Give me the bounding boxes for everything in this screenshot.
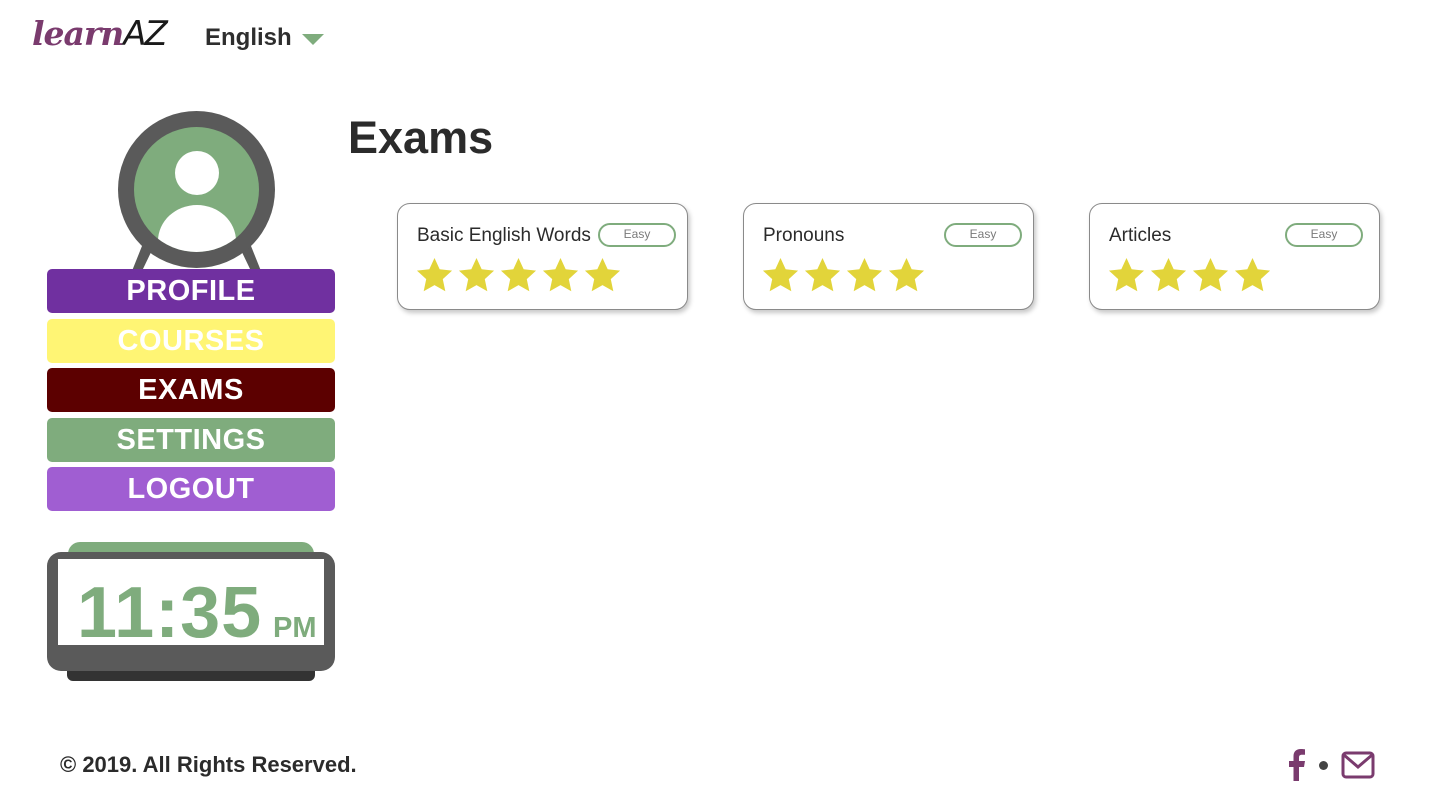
difficulty-badge: Easy [598,223,676,247]
difficulty-badge: Easy [944,223,1022,247]
difficulty-badge: Easy [1285,223,1363,247]
star-icon [1150,257,1187,292]
logo-learn-text: learn [32,14,124,53]
star-icon [458,257,495,292]
rating-stars [1107,256,1272,295]
settings-button[interactable]: SETTINGS [47,417,335,462]
star-icon [888,257,925,292]
courses-button[interactable]: COURSES [47,318,335,363]
star-icon [500,257,537,292]
star-icon [846,257,883,292]
avatar [118,111,275,271]
separator-dot [1319,760,1328,770]
facebook-icon[interactable] [1286,749,1306,781]
star-icon [762,257,799,292]
exam-card[interactable]: Basic English Words Easy [397,203,688,310]
star-icon [804,257,841,292]
sidebar-nav: PROFILE COURSES EXAMS SETTINGS LOGOUT [47,269,335,517]
logo[interactable]: learn AZ [32,14,168,58]
exam-card[interactable]: Articles Easy [1089,203,1380,310]
exam-card[interactable]: Pronouns Easy [743,203,1034,310]
exam-card-title: Articles [1109,225,1172,246]
star-icon [1234,257,1271,292]
page-title: Exams [348,112,494,163]
clock-time: 11:35 [77,573,263,653]
star-icon [584,257,621,292]
language-label: English [205,24,292,51]
chevron-down-icon [301,34,324,45]
copyright-text: © 2019. All Rights Reserved. [60,752,357,777]
profile-button[interactable]: PROFILE [47,269,335,313]
social-links [1286,749,1375,781]
exam-card-title: Basic English Words [417,225,591,246]
star-icon [1192,257,1229,292]
star-icon [1108,257,1145,292]
star-icon [416,257,453,292]
language-selector[interactable]: English [205,24,324,52]
mail-icon[interactable] [1341,751,1375,779]
user-icon [134,127,259,252]
rating-stars [761,256,926,295]
exam-card-title: Pronouns [763,225,845,246]
rating-stars [415,256,622,295]
clock-ampm: PM [273,612,317,644]
exams-button[interactable]: EXAMS [47,368,335,412]
logout-button[interactable]: LOGOUT [47,467,335,511]
logo-az-text: AZ [123,14,168,54]
clock-widget: 11:35 PM [47,542,335,682]
star-icon [542,257,579,292]
